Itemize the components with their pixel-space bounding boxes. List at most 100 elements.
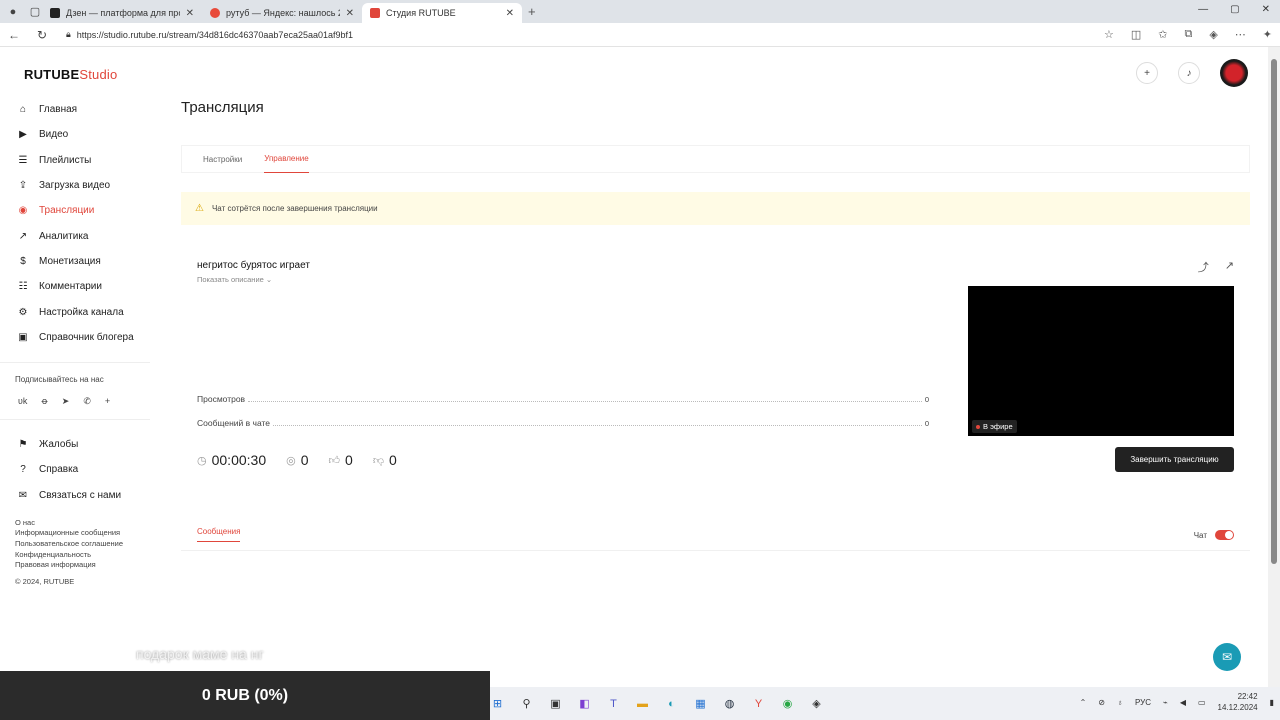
sidebar-item-upload[interactable]: ⇪ Загрузка видео xyxy=(0,173,150,198)
maximize-icon[interactable]: ▢ xyxy=(1230,4,1239,15)
file-explorer-icon[interactable]: ▬ xyxy=(635,696,650,711)
viewers-value: 0 xyxy=(300,452,309,468)
tab-settings[interactable]: Настройки xyxy=(203,145,242,173)
avatar[interactable] xyxy=(1220,59,1248,87)
yandex-browser-icon[interactable]: Y xyxy=(751,696,766,711)
profile-icon[interactable]: ● xyxy=(6,5,20,19)
new-tab-icon[interactable]: + xyxy=(528,4,536,19)
end-stream-button[interactable]: Завершить трансляцию xyxy=(1115,447,1234,472)
split-screen-icon[interactable]: ◫ xyxy=(1131,28,1141,41)
copilot-icon[interactable]: ✦ xyxy=(1263,28,1272,41)
security-icon[interactable]: ⊘ xyxy=(1098,698,1105,707)
add-content-icon[interactable]: + xyxy=(1136,62,1158,84)
close-window-icon[interactable]: ✕ xyxy=(1262,4,1270,15)
close-tab-icon[interactable]: ✕ xyxy=(186,8,194,19)
sidebar-item-help[interactable]: ? Справка xyxy=(0,457,150,482)
url-text: https://studio.rutube.ru/stream/34d816dc… xyxy=(76,29,354,40)
rutube-studio-logo[interactable]: RUTUBEStudio xyxy=(24,67,117,82)
open-external-icon[interactable]: ↗ xyxy=(1225,259,1234,275)
sidebar-item-mail[interactable]: ✉ Связаться с нами xyxy=(0,483,150,508)
show-description-toggle[interactable]: Показать описание ⌄ xyxy=(197,275,272,284)
share-icon[interactable]: ⤴ xyxy=(1198,259,1209,275)
thumbs-up-icon: 👍︎ xyxy=(328,454,341,467)
tab-management[interactable]: Управление xyxy=(264,145,309,173)
notifications-bell-icon[interactable]: ♪ xyxy=(1178,62,1200,84)
telegram-icon[interactable]: ➤ xyxy=(62,396,70,407)
browser-tab-0[interactable]: Дзен — платформа для просмо ✕ xyxy=(42,3,202,23)
studio-app: RUTUBEStudio + ♪ ⌂ Главная ▶ Видео ☰ Плейлист… xyxy=(0,47,1268,687)
sidebar-item-label: Главная xyxy=(39,104,78,116)
sidebar-item-flag[interactable]: ⚑ Жалобы xyxy=(0,432,150,457)
footer-link[interactable]: Информационные сообщения xyxy=(15,528,150,539)
chat-toggle[interactable]: Чат xyxy=(1194,530,1234,540)
tab-messages[interactable]: Сообщения xyxy=(197,527,241,542)
home-icon: ⌂ xyxy=(19,104,27,116)
browser-tab-title: Студия RUTUBE xyxy=(386,8,456,18)
sidebar-item-broadcast[interactable]: ◉ Трансляции xyxy=(0,198,150,223)
close-tab-icon[interactable]: ✕ xyxy=(346,8,354,19)
footer-link[interactable]: Пользовательское соглашение xyxy=(15,539,150,550)
minimize-icon[interactable]: — xyxy=(1198,4,1208,15)
notifications-icon[interactable]: ▮ xyxy=(1270,698,1274,707)
support-chat-icon[interactable]: ✉ xyxy=(1213,643,1241,671)
sidebar-item-comments[interactable]: ☷ Комментарии xyxy=(0,274,150,299)
steam-icon[interactable]: ◍ xyxy=(722,696,737,711)
vk-icon[interactable]: ʋk xyxy=(18,396,27,407)
sidebar-item-playlist[interactable]: ☰ Плейлисты xyxy=(0,148,150,173)
network-icon[interactable]: ⌁ xyxy=(1163,698,1168,707)
sidebar-item-monetization[interactable]: $ Монетизация xyxy=(0,249,150,274)
viber-icon[interactable]: ✆ xyxy=(83,396,91,407)
footer-link[interactable]: Конфиденциальность xyxy=(15,550,150,561)
analytics-icon: ↗ xyxy=(18,230,28,242)
duration-counter: ◷ 00:00:30 xyxy=(197,452,266,468)
settings-menu-icon[interactable]: ⋯ xyxy=(1235,28,1246,41)
sidebar-item-guide[interactable]: ▣ Справочник блогера xyxy=(0,325,150,350)
obs-icon[interactable]: ◈ xyxy=(809,696,824,711)
keyboard-language[interactable]: РУС xyxy=(1135,698,1151,707)
ok-icon[interactable]: ꝋ xyxy=(41,396,47,407)
browser-tab-1[interactable]: рутуб — Яндекс: нашлось 2 млн ✕ xyxy=(202,3,362,23)
widgets-icon[interactable]: ◧ xyxy=(577,696,592,711)
system-clock[interactable]: 22:42 14.12.2024 xyxy=(1218,691,1258,713)
task-view-icon[interactable]: ▣ xyxy=(548,696,563,711)
reload-icon[interactable]: ↻ xyxy=(28,28,56,42)
messenger-icon[interactable]: ◉ xyxy=(780,696,795,711)
star-icon[interactable]: ☆ xyxy=(1104,28,1114,41)
url-field[interactable]: 🔒︎ https://studio.rutube.ru/stream/34d81… xyxy=(66,29,353,40)
store-icon[interactable]: ▦ xyxy=(693,696,708,711)
sidebar-item-home[interactable]: ⌂ Главная xyxy=(0,97,150,122)
teams-icon[interactable]: T xyxy=(606,696,621,711)
rutube-favicon-icon xyxy=(370,8,380,18)
volume-icon[interactable]: ◀ xyxy=(1180,698,1186,707)
edge-browser-icon[interactable]: ◐ xyxy=(664,696,679,711)
sidebar-item-label: Плейлисты xyxy=(39,154,92,166)
tab-actions-icon[interactable]: ▢ xyxy=(28,5,42,19)
footer-link[interactable]: Правовая информация xyxy=(15,560,150,571)
monetization-icon: $ xyxy=(20,255,26,267)
sidebar-item-channel-settings[interactable]: ⚙ Настройка канала xyxy=(0,299,150,324)
overlay-caption: подарок маме на нг xyxy=(136,646,264,662)
close-tab-icon[interactable]: ✕ xyxy=(506,8,514,19)
browser-tab-2[interactable]: Студия RUTUBE ✕ xyxy=(362,3,522,23)
stream-preview[interactable]: В эфире xyxy=(968,286,1234,436)
help-icon: ? xyxy=(20,464,26,476)
microphone-icon[interactable]: ♁ xyxy=(1117,698,1123,707)
battery-icon[interactable]: ▭ xyxy=(1198,698,1206,707)
sidebar-item-label: Справка xyxy=(39,464,79,476)
footer-link[interactable]: О нас xyxy=(15,518,150,529)
search-icon[interactable]: ⚲ xyxy=(519,696,534,711)
extension-icon[interactable]: ◈ xyxy=(1209,28,1217,41)
favorites-icon[interactable]: ✩ xyxy=(1158,28,1167,41)
back-icon[interactable]: ← xyxy=(0,28,28,42)
tray-overflow-icon[interactable]: ⌃ xyxy=(1080,698,1087,707)
page-scrollbar[interactable] xyxy=(1268,47,1280,687)
more-icon[interactable]: + xyxy=(105,396,110,407)
chat-toggle-switch[interactable] xyxy=(1215,530,1234,540)
sidebar-item-analytics[interactable]: ↗ Аналитика xyxy=(0,223,150,248)
collections-icon[interactable]: ⧉ xyxy=(1184,28,1192,41)
likes-value: 0 xyxy=(345,452,353,468)
sidebar-item-label: Комментарии xyxy=(39,281,102,293)
dislikes-counter: 👎︎ 0 xyxy=(373,452,397,468)
sidebar-item-video[interactable]: ▶ Видео xyxy=(0,122,150,147)
start-windows-icon[interactable]: ⊞ xyxy=(490,696,505,711)
